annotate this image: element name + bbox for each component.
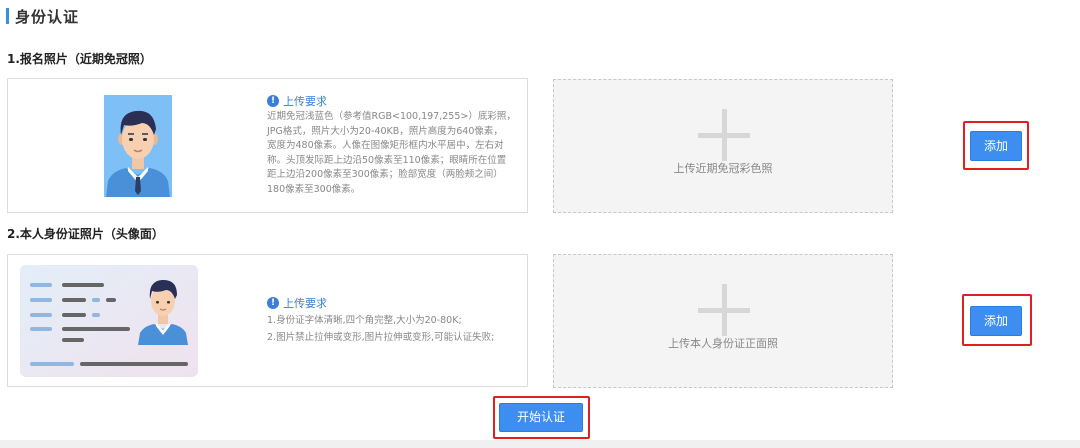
requirements-title-text: 上传要求	[283, 297, 327, 310]
add-photo-button[interactable]: 添加	[970, 131, 1022, 161]
section-title-photo: 1.报名照片（近期免冠照）	[7, 52, 152, 66]
header-accent-bar	[6, 8, 9, 24]
requirement-line: 距上边沿200像素至300像素；脸部宽度（两脸颊之间）	[267, 169, 503, 180]
portrait-example-image	[104, 95, 172, 197]
add-id-card-button[interactable]: 添加	[970, 306, 1022, 336]
upload-label: 上传近期免冠彩色照	[673, 162, 773, 175]
info-icon: !	[267, 95, 279, 107]
identity-verification-page: 身份认证 1.报名照片（近期免冠照） ! 上传要求 近期免冠浅蓝色（参考值RGB…	[0, 0, 1080, 448]
requirements-title: ! 上传要求	[267, 93, 327, 109]
requirements-title-text: 上传要求	[283, 95, 327, 108]
requirement-line: 宽度为480像素。人像在图像矩形框内水平居中，左右对	[267, 140, 504, 151]
requirement-line: 1.身份证字体清晰,四个角完整,大小为20-80K;	[267, 315, 462, 326]
requirement-line: 2.图片禁止拉伸或变形,图片拉伸或变形,可能认证失败;	[267, 332, 495, 343]
photo-upload-area[interactable]: 上传近期免冠彩色照	[553, 79, 893, 213]
upload-label: 上传本人身份证正面照	[668, 337, 778, 350]
info-icon: !	[267, 297, 279, 309]
photo-example-card: ! 上传要求 近期免冠浅蓝色（参考值RGB<100,197,255>）底彩照， …	[7, 78, 528, 213]
id-card-example-image	[20, 265, 198, 377]
requirement-line: 称。头顶发际距上边沿50像素至110像素；眼睛所在位置	[267, 154, 507, 166]
section-header: 身份认证	[0, 4, 79, 28]
footer-divider	[0, 440, 1080, 448]
start-verification-button[interactable]: 开始认证	[499, 403, 583, 432]
page-title: 身份认证	[15, 7, 80, 26]
requirements-text: 1.身份证字体清晰,四个角完整,大小为20-80K; 2.图片禁止拉伸或变形,图…	[267, 312, 529, 346]
id-card-upload-area[interactable]: 上传本人身份证正面照	[553, 254, 893, 388]
requirements-title: ! 上传要求	[267, 295, 327, 311]
requirement-line: JPG格式，照片大小为20-40KB，照片高度为640像素，	[267, 125, 503, 137]
id-card-example-card: ! 上传要求 1.身份证字体清晰,四个角完整,大小为20-80K; 2.图片禁止…	[7, 254, 528, 387]
section-title-id-card: 2.本人身份证照片（头像面）	[7, 227, 164, 241]
requirement-line: 近期免冠浅蓝色（参考值RGB<100,197,255>）底彩照，	[267, 111, 516, 122]
requirement-line: 180像素至300像素。	[267, 183, 361, 195]
requirements-text: 近期免冠浅蓝色（参考值RGB<100,197,255>）底彩照， JPG格式，照…	[267, 110, 529, 197]
